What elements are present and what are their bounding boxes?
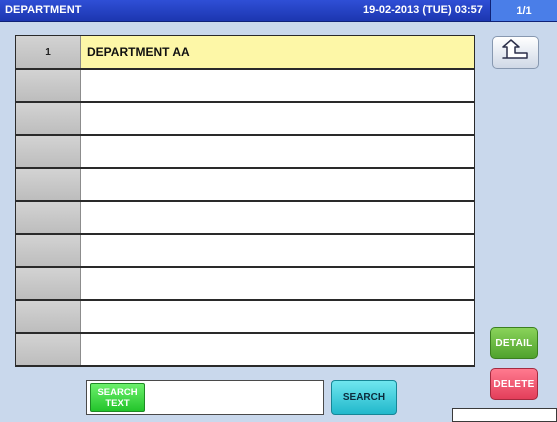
row-number (16, 169, 81, 200)
department-name (81, 103, 474, 134)
table-row[interactable] (15, 70, 475, 103)
row-number (16, 268, 81, 299)
department-name (81, 136, 474, 167)
datetime-display: 19-02-2013 (TUE) 03:57 (363, 4, 483, 16)
status-field (452, 408, 557, 422)
table-row[interactable] (15, 235, 475, 268)
department-name (81, 268, 474, 299)
page-indicator: 1/1 (490, 0, 557, 21)
department-name (81, 235, 474, 266)
back-button[interactable] (492, 36, 539, 69)
title-bar: DEPARTMENT 19-02-2013 (TUE) 03:57 1/1 (0, 0, 557, 22)
search-text-label-line1: SEARCH (97, 386, 138, 398)
department-name (81, 202, 474, 233)
table-row[interactable] (15, 202, 475, 235)
search-text-button[interactable]: SEARCH TEXT (90, 383, 145, 412)
table-row[interactable] (15, 268, 475, 301)
row-number (16, 301, 81, 332)
department-name (81, 301, 474, 332)
search-text-field[interactable]: SEARCH TEXT (86, 380, 324, 415)
delete-button[interactable]: DELETE (490, 368, 538, 400)
search-button[interactable]: SEARCH (331, 380, 397, 415)
department-table: 1 DEPARTMENT AA (15, 35, 475, 367)
department-name (81, 334, 474, 365)
detail-button[interactable]: DETAIL (490, 327, 538, 359)
table-row[interactable] (15, 301, 475, 334)
department-name (81, 169, 474, 200)
table-row[interactable] (15, 169, 475, 202)
row-number (16, 136, 81, 167)
row-number (16, 334, 81, 365)
table-row[interactable] (15, 334, 475, 367)
row-number (16, 202, 81, 233)
department-name: DEPARTMENT AA (81, 36, 474, 68)
row-number (16, 70, 81, 101)
department-name (81, 70, 474, 101)
row-number (16, 103, 81, 134)
table-row[interactable]: 1 DEPARTMENT AA (15, 36, 475, 70)
row-number: 1 (16, 36, 81, 68)
search-text-label-line2: TEXT (105, 397, 130, 409)
table-row[interactable] (15, 103, 475, 136)
table-row[interactable] (15, 136, 475, 169)
row-number (16, 235, 81, 266)
screen-title: DEPARTMENT (5, 4, 82, 16)
return-arrow-icon (499, 38, 533, 67)
